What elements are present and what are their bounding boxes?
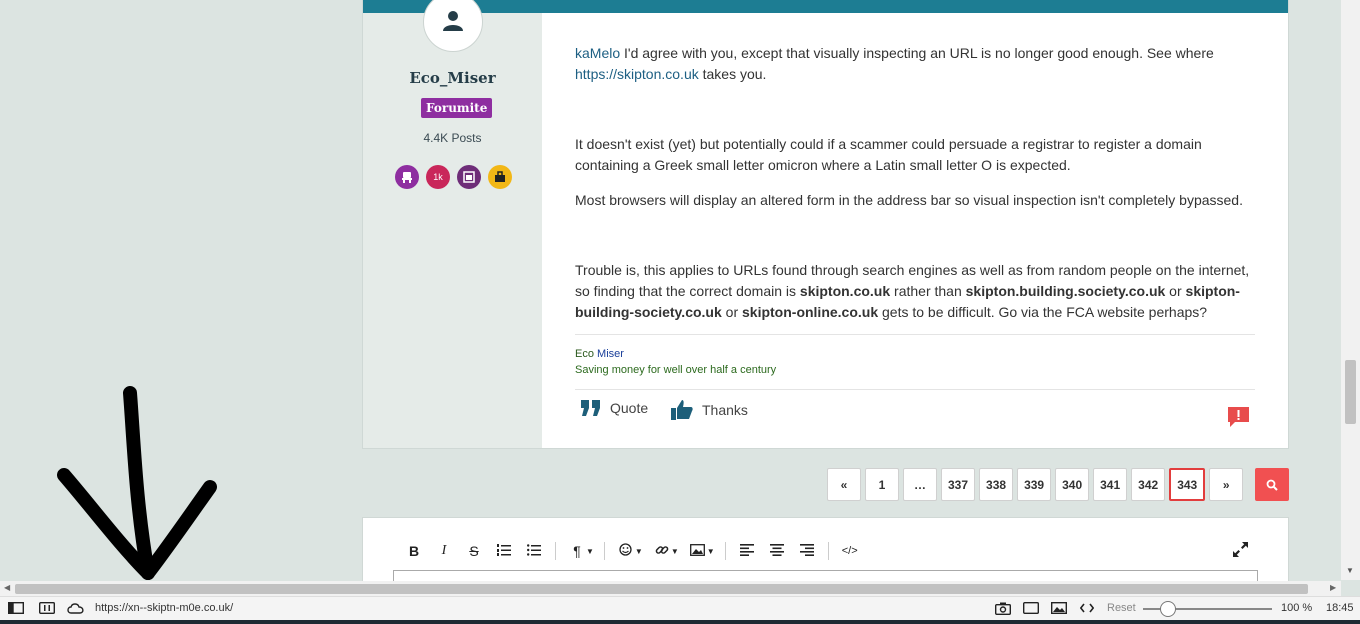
zoom-reset-button[interactable]: Reset bbox=[1107, 602, 1136, 614]
thanks-button[interactable]: Thanks bbox=[671, 400, 748, 420]
italic-button[interactable]: I bbox=[429, 543, 459, 559]
toolbar-divider bbox=[603, 542, 605, 560]
camera-icon[interactable] bbox=[995, 602, 1011, 615]
page-number[interactable]: 340 bbox=[1055, 468, 1090, 501]
bold-button[interactable]: B bbox=[399, 543, 429, 559]
editor-toolbar: B I S ¶ ▼ ▼ ▼ ▼ </> bbox=[399, 542, 865, 560]
zoom-slider-handle[interactable] bbox=[1160, 601, 1176, 617]
page-next[interactable]: » bbox=[1209, 468, 1244, 501]
page-first[interactable]: 1 bbox=[865, 468, 899, 501]
post-card: Eco_Miser Forumite 4.4K Posts 1k kaMelo … bbox=[362, 0, 1289, 449]
page-number[interactable]: 337 bbox=[941, 468, 976, 501]
align-right-button[interactable] bbox=[792, 543, 822, 559]
signature: Eco Miser Saving money for well over hal… bbox=[575, 334, 1255, 378]
shopping-badge-icon[interactable] bbox=[488, 165, 512, 189]
thumbs-up-icon bbox=[671, 400, 693, 420]
zoom-level: 100 % bbox=[1281, 602, 1313, 614]
browser-statusbar: https://xn--skiptn-m0e.co.uk/ Reset 100 … bbox=[0, 596, 1360, 620]
report-icon bbox=[1228, 407, 1249, 427]
code-view-button[interactable]: </> bbox=[835, 545, 865, 557]
page-number[interactable]: 341 bbox=[1093, 468, 1128, 501]
signature-name: Eco Miser bbox=[575, 348, 624, 360]
panel-toggle-icon[interactable] bbox=[8, 602, 24, 614]
scroll-left-icon[interactable]: ◀ bbox=[4, 583, 10, 592]
mention-link[interactable]: kaMelo bbox=[575, 45, 620, 61]
toolbar-divider bbox=[724, 542, 726, 560]
page-prev[interactable]: « bbox=[827, 468, 861, 501]
expand-button[interactable] bbox=[1233, 542, 1248, 562]
page-current[interactable]: 343 bbox=[1169, 468, 1206, 501]
unordered-list-icon bbox=[527, 544, 541, 556]
skipton-link[interactable]: https://skipton.co.uk bbox=[575, 66, 699, 82]
quote-icon bbox=[581, 400, 600, 416]
window-icon[interactable] bbox=[1023, 602, 1039, 614]
page-number[interactable]: 338 bbox=[979, 468, 1014, 501]
paragraph-4: Trouble is, this applies to URLs found t… bbox=[575, 262, 1250, 320]
link-icon bbox=[655, 545, 669, 554]
taskbar-edge bbox=[0, 620, 1360, 624]
paragraph-2: It doesn't exist (yet) but potentially c… bbox=[575, 136, 1202, 173]
align-right-icon bbox=[799, 544, 814, 556]
align-center-button[interactable] bbox=[762, 543, 792, 559]
unordered-list-button[interactable] bbox=[519, 543, 549, 559]
page-number[interactable]: 342 bbox=[1131, 468, 1166, 501]
horizontal-scroll-thumb[interactable] bbox=[15, 584, 1308, 594]
chair-icon[interactable] bbox=[395, 165, 419, 189]
post-header-bar bbox=[363, 0, 1288, 13]
post-actions: Quote Thanks bbox=[575, 389, 1255, 447]
page-number[interactable]: 339 bbox=[1017, 468, 1052, 501]
paragraph-1: kaMelo I'd agree with you, except that v… bbox=[575, 45, 1214, 82]
chevron-down-icon[interactable]: ▼ bbox=[671, 547, 679, 556]
status-url: https://xn--skiptn-m0e.co.uk/ bbox=[95, 602, 234, 614]
vertical-scroll-thumb[interactable] bbox=[1345, 360, 1356, 424]
badge-list: 1k bbox=[395, 165, 512, 189]
signature-motto: Saving money for well over half a centur… bbox=[575, 364, 777, 376]
ordered-list-button[interactable] bbox=[489, 543, 519, 559]
align-center-icon bbox=[769, 544, 784, 556]
post-count: 4.4K Posts bbox=[423, 131, 482, 145]
emoji-icon bbox=[619, 543, 633, 556]
chevron-down-icon[interactable]: ▼ bbox=[586, 547, 594, 556]
align-left-icon bbox=[739, 544, 754, 556]
thousand-badge-icon[interactable]: 1k bbox=[426, 165, 450, 189]
tab-tiling-icon[interactable] bbox=[39, 602, 55, 614]
search-button[interactable] bbox=[1255, 468, 1289, 501]
badge-label: 1k bbox=[433, 172, 443, 182]
avatar[interactable] bbox=[423, 0, 483, 52]
ordered-list-icon bbox=[497, 544, 511, 556]
search-icon bbox=[1266, 479, 1278, 491]
image-icon bbox=[690, 544, 706, 556]
code-icon[interactable] bbox=[1080, 602, 1094, 614]
author-column: Eco_Miser Forumite 4.4K Posts 1k bbox=[363, 0, 542, 448]
toolbar-divider bbox=[555, 542, 556, 560]
chevron-down-icon[interactable]: ▼ bbox=[635, 547, 643, 556]
paragraph-3: Most browsers will display an altered fo… bbox=[575, 192, 1243, 208]
cloud-sync-icon[interactable] bbox=[67, 602, 84, 614]
calendar-badge-icon[interactable] bbox=[457, 165, 481, 189]
report-button[interactable] bbox=[1228, 407, 1249, 432]
horizontal-scrollbar[interactable]: ◀ ▶ bbox=[0, 581, 1341, 596]
quote-button[interactable]: Quote bbox=[581, 400, 648, 416]
reply-editor: B I S ¶ ▼ ▼ ▼ ▼ </> bbox=[362, 517, 1289, 590]
align-left-button[interactable] bbox=[732, 543, 762, 559]
clock: 18:45 bbox=[1326, 602, 1354, 614]
scroll-right-icon[interactable]: ▶ bbox=[1330, 583, 1336, 592]
vertical-scrollbar[interactable]: ▼ bbox=[1341, 0, 1360, 580]
page-ellipsis[interactable]: … bbox=[903, 468, 937, 501]
user-icon bbox=[443, 11, 463, 31]
toolbar-divider bbox=[827, 542, 829, 560]
chevron-down-icon[interactable]: ▼ bbox=[707, 547, 715, 556]
author-name[interactable]: Eco_Miser bbox=[363, 69, 542, 87]
strikethrough-button[interactable]: S bbox=[459, 543, 489, 559]
post-body: kaMelo I'd agree with you, except that v… bbox=[575, 43, 1255, 323]
annotation-arrow bbox=[57, 386, 217, 580]
scroll-down-icon[interactable]: ▼ bbox=[1346, 566, 1354, 575]
expand-icon bbox=[1233, 542, 1248, 557]
role-badge: Forumite bbox=[421, 98, 493, 118]
pagination: « 1 … 337 338 339 340 341 342 343 » bbox=[827, 468, 1244, 501]
image-toggle-icon[interactable] bbox=[1051, 602, 1067, 614]
